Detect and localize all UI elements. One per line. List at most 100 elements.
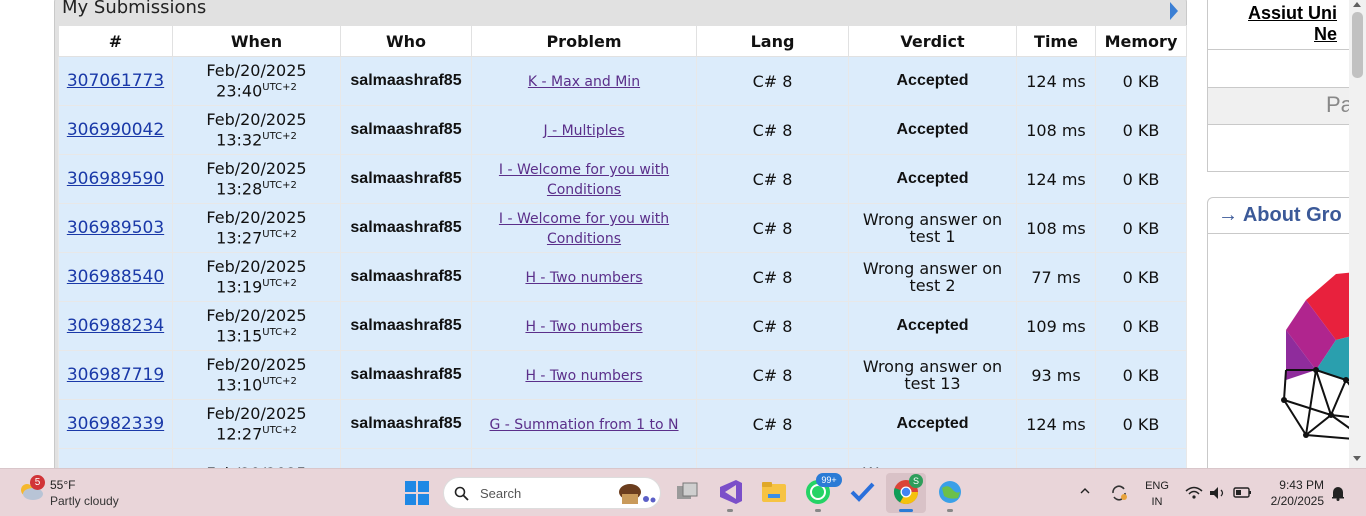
table-header-row: # When Who Problem Lang Verdict Time Mem… [58, 25, 1187, 57]
sync-icon[interactable] [1109, 483, 1129, 503]
table-row: 306989503 Feb/20/2025 13:27UTC+2 salmaashra… [58, 203, 1187, 253]
submission-memory: 0 KB [1095, 301, 1187, 351]
submission-verdict: Wrong answer on test 2 [848, 252, 1017, 302]
submission-id-cell: 306990042 [58, 105, 173, 155]
submission-id-link[interactable]: 306988234 [67, 316, 164, 336]
submission-exec-time: 124 ms [1016, 154, 1096, 204]
panel-collapse-arrow-icon[interactable] [1170, 2, 1178, 20]
clock-time: 9:43 PM [1279, 478, 1324, 492]
submission-language: C# 8 [696, 56, 849, 106]
whatsapp-icon[interactable]: 99+ [804, 473, 842, 512]
submission-when: Feb/20/2025 13:27UTC+2 [172, 203, 341, 253]
problem-link[interactable]: I - Welcome for you with Conditions [499, 162, 669, 198]
submissions-table: # When Who Problem Lang Verdict Time Mem… [58, 25, 1187, 468]
vertical-scrollbar[interactable] [1349, 0, 1366, 468]
problem-link[interactable]: H - Two numbers [525, 368, 642, 384]
submission-language: C# 8 [696, 350, 849, 400]
submission-when: Feb/20/2025 13:10UTC+2 [172, 350, 341, 400]
submission-timezone: UTC+2 [262, 82, 297, 94]
browser-viewport: My Submissions # When Who Problem Lang V… [0, 0, 1366, 468]
sidebar-pa-row[interactable]: Pa [1208, 87, 1366, 125]
submissions-panel: My Submissions # When Who Problem Lang V… [54, 0, 1187, 468]
column-header-verdict: Verdict [848, 25, 1017, 57]
submissions-title: My Submissions [62, 0, 207, 18]
problem-link[interactable]: H - Two numbers [525, 319, 642, 335]
submission-author[interactable]: salmaashraf85 [340, 252, 472, 302]
input-language-indicator[interactable]: ENG IN [1144, 478, 1170, 510]
notification-bell-icon[interactable] [1330, 485, 1346, 501]
column-header-memory: Memory [1095, 25, 1187, 57]
submission-problem-cell: I - Welcome for you with Conditions [471, 203, 697, 253]
submission-language: C# 8 [696, 154, 849, 204]
sidebar-group-name[interactable]: Assiut Uni [1248, 3, 1337, 24]
submission-id-cell: 306989590 [58, 154, 173, 204]
column-header-when: When [172, 25, 341, 57]
chrome-icon[interactable]: S [892, 474, 923, 512]
submission-id-link[interactable]: 307061773 [67, 71, 164, 91]
submission-date: Feb/20/2025 [206, 61, 307, 81]
submission-verdict: Accepted [848, 105, 1017, 155]
submission-author[interactable]: salmaashraf85 [340, 56, 472, 106]
submission-author[interactable]: salmaashraf85 [340, 105, 472, 155]
problem-link[interactable]: G - Summation from 1 to N [489, 417, 678, 433]
submission-id-link[interactable]: 306989590 [67, 169, 164, 189]
submission-problem-cell: K - Max and Min [471, 56, 697, 106]
search-icon [454, 486, 469, 501]
active-indicator [899, 509, 913, 512]
submission-problem-cell: H - Two numbers [471, 301, 697, 351]
weather-widget[interactable]: 5 55°F Partly cloudy [16, 475, 156, 511]
clock-date: 2/20/2025 [1270, 494, 1324, 508]
submission-timezone: UTC+2 [262, 131, 297, 143]
submission-when: Feb/20/2025 13:15UTC+2 [172, 301, 341, 351]
submission-id-link[interactable]: 306988540 [67, 267, 164, 287]
table-row: 306989590 Feb/20/2025 13:28UTC+2 salmaashra… [58, 154, 1187, 204]
table-row: 306988540 Feb/20/2025 13:19UTC+2 salmaashra… [58, 252, 1187, 302]
weather-notification-badge: 5 [30, 475, 45, 490]
problem-link[interactable]: I - Welcome for you with Conditions [499, 211, 669, 247]
submission-author[interactable]: salmaashraf85 [340, 301, 472, 351]
problem-link[interactable]: H - Two numbers [525, 270, 642, 286]
submission-author[interactable]: salmaashraf85 [340, 154, 472, 204]
table-row: 306982339 Feb/20/2025 12:27UTC+2 salmaashra… [58, 399, 1187, 449]
scroll-down-arrow-icon[interactable] [1353, 456, 1361, 461]
todo-checkmark-icon[interactable] [848, 478, 876, 506]
visual-studio-icon[interactable] [716, 478, 744, 512]
column-header-lang: Lang [696, 25, 849, 57]
submission-when: Feb/20/2025 13:19UTC+2 [172, 252, 341, 302]
taskbar-search[interactable]: Search [443, 477, 661, 509]
show-hidden-icons-chevron-icon[interactable] [1080, 486, 1090, 496]
file-explorer-icon[interactable] [760, 478, 788, 506]
network-volume-battery-icons[interactable] [1184, 484, 1254, 502]
scrollbar-thumb[interactable] [1352, 12, 1363, 78]
task-view-icon[interactable] [673, 478, 701, 506]
scroll-up-arrow-icon[interactable] [1353, 2, 1361, 7]
submission-verdict: Accepted [848, 56, 1017, 106]
submission-time: 23:40 [216, 81, 263, 101]
submission-author[interactable]: salmaashraf85 [340, 399, 472, 449]
weather-condition: Partly cloudy [50, 494, 119, 508]
submission-author[interactable]: salmaashraf85 [340, 203, 472, 253]
submission-date: Feb/20/2025 [172, 448, 341, 468]
submission-id-link[interactable]: 306987719 [67, 365, 164, 385]
problem-link[interactable]: J - Multiples [544, 123, 625, 139]
problem-link[interactable]: K - Max and Min [528, 74, 640, 90]
keyboard-layout: IN [1151, 496, 1163, 508]
submission-date: Feb/20/2025 [206, 110, 307, 130]
submission-id-link[interactable]: 306982339 [67, 414, 164, 434]
submission-exec-time: 124 ms [1016, 56, 1096, 106]
globe-app-icon[interactable] [936, 478, 964, 512]
submission-verdict: Accepted [848, 399, 1017, 449]
system-clock[interactable]: 9:43 PM 2/20/2025 [1262, 477, 1324, 509]
submission-id-link[interactable]: 306989503 [67, 218, 164, 238]
submission-id-link[interactable]: 306990042 [67, 120, 164, 140]
submission-memory: 0 KB [1095, 350, 1187, 400]
start-button[interactable] [405, 481, 429, 505]
submission-date: Feb/20/2025 [206, 208, 307, 228]
submission-verdict: Accepted [848, 301, 1017, 351]
submission-memory: 0 KB [1095, 56, 1187, 106]
sidebar-group-name-line2[interactable]: Ne [1314, 24, 1337, 45]
submission-when: Feb/20/2025 12:27UTC+2 [172, 399, 341, 449]
submission-verdict: Accepted [848, 154, 1017, 204]
submission-author[interactable]: salmaashraf85 [340, 350, 472, 400]
running-indicator [727, 509, 733, 512]
